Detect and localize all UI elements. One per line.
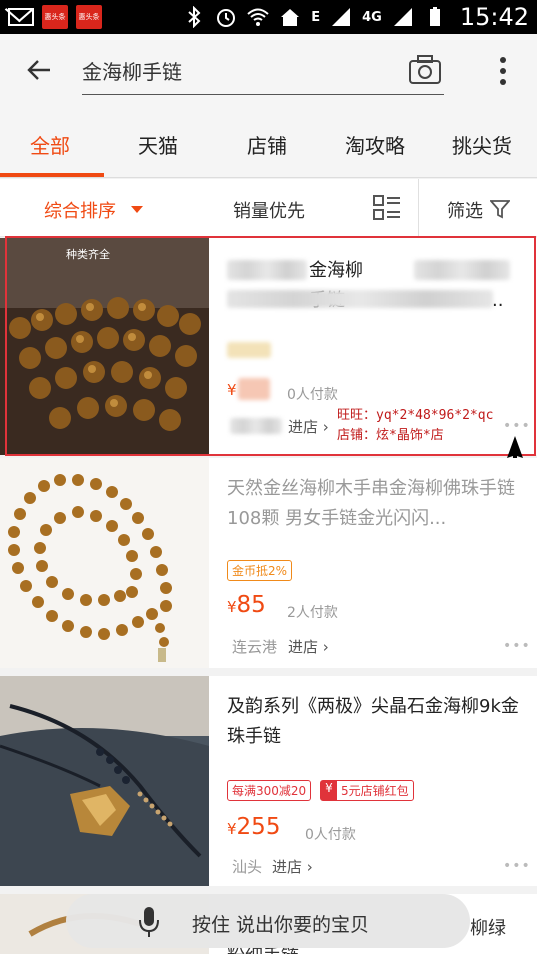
more-options-icon[interactable] [494,56,512,86]
red-packet-icon: ¥ [321,781,337,800]
microphone-icon [139,907,159,937]
product-title: 天然金丝海柳木手串金海柳佛珠手链108颗 男女手链金光闪闪... [227,478,515,529]
filter-funnel-icon[interactable] [490,199,510,219]
sort-by-sales[interactable]: 销量优先 [233,197,305,223]
product-title: 及韵系列《两极》尖晶石金海柳9k金珠手链 [227,696,519,747]
clock: 15:42 [459,3,529,31]
bluetooth-icon [188,6,201,28]
tab-guides[interactable]: 淘攻略 [345,130,405,159]
voice-search-button[interactable]: 按住 说出你要的宝贝 [66,894,470,948]
category-tabs: 全部 天猫 店铺 淘攻略 挑尖货 [0,110,537,178]
tab-tmall[interactable]: 天猫 [138,130,178,159]
annotation-wangwang: 旺旺：yq*2*48*96*2*qc [337,408,494,423]
tab-premium[interactable]: 挑尖货 [452,130,512,159]
mail-icon [8,8,34,26]
shop-location: 连云港 [232,638,278,656]
status-bar: 惠头条 惠头条 E 4G 15:42 [0,0,537,34]
more-dots-icon[interactable]: ••• [503,858,531,874]
coin-discount-badge: 金币抵2% [227,560,293,581]
sort-comprehensive[interactable]: 综合排序 [44,197,116,223]
app-notification-icon: 惠头条 [76,5,102,29]
signal-icon [393,8,412,26]
network-e-label: E [311,9,321,25]
home-icon [281,9,300,26]
list-item[interactable]: 天然金丝海柳木手串金海柳佛珠手链108颗 男女手链金光闪闪... 金币抵2% ¥… [0,458,537,668]
red-packet-badge: ¥ 5元店铺红包 [320,780,414,801]
voice-search-label: 按住 说出你要的宝贝 [192,914,370,936]
shop-location: 汕头 [232,858,263,876]
search-header: 金海柳手链 [0,34,537,110]
tab-shops[interactable]: 店铺 [247,130,287,159]
divider [418,179,419,237]
product-title-partial: 柳绿 [470,918,506,939]
search-input[interactable]: 金海柳手链 [82,56,182,85]
filter-button[interactable]: 筛选 [447,197,483,223]
battery-icon [429,7,440,26]
list-item[interactable]: 及韵系列《两极》尖晶石金海柳9k金珠手链 每满300减20 ¥ 5元店铺红包 ¥… [0,676,537,886]
search-underline [82,94,444,95]
highlight-box [5,236,536,456]
product-price: ¥85 [227,592,266,618]
network-type-label: 4G [362,9,382,25]
tab-all[interactable]: 全部 [30,130,70,159]
wifi-icon [247,8,269,26]
promo-badge: 每满300减20 [227,780,312,801]
more-dots-icon[interactable]: ••• [503,638,531,654]
annotation-shop: 店铺：炫*晶饰*店 [337,428,444,443]
back-arrow-icon[interactable] [26,56,54,84]
dropdown-triangle-icon[interactable] [131,206,143,213]
app-notification-icon: 惠头条 [42,5,68,29]
active-tab-indicator [0,173,104,177]
enter-shop-link[interactable]: 进店 › [288,636,329,657]
signal-icon [332,8,351,26]
paid-count: 0人付款 [305,827,356,843]
enter-shop-link[interactable]: 进店 › [272,856,313,877]
camera-icon[interactable] [408,54,442,86]
list-view-toggle-icon[interactable] [373,195,401,221]
product-image [0,676,209,886]
sort-bar: 综合排序 销量优先 筛选 [0,179,537,237]
alarm-icon [217,9,236,27]
product-price: ¥255 [227,814,281,840]
paid-count: 2人付款 [287,605,338,621]
product-image [0,458,209,668]
